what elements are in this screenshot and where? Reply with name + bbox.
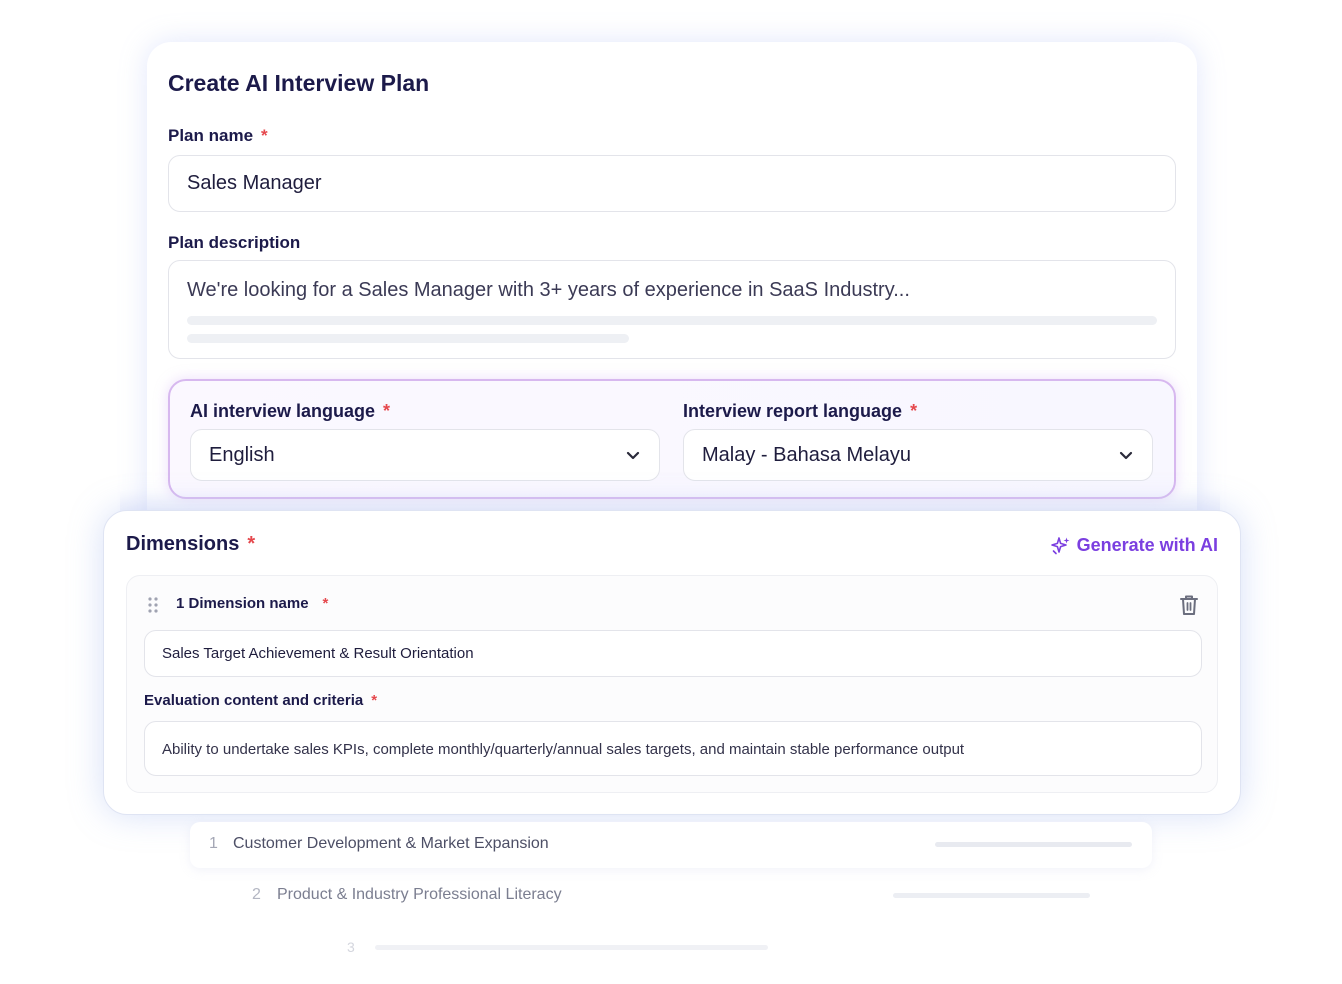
generate-label: Generate with AI <box>1076 535 1218 555</box>
trash-icon[interactable] <box>1179 594 1199 616</box>
required-mark: * <box>383 401 391 421</box>
required-mark: * <box>261 126 268 145</box>
sparkle-icon <box>1050 536 1070 554</box>
placeholder-line <box>935 842 1132 847</box>
dimension-list-row: 1 Customer Development & Market Expansio… <box>209 835 549 853</box>
report-language-select[interactable]: Malay - Bahasa Melayu <box>683 429 1153 481</box>
chevron-down-icon <box>626 451 640 460</box>
placeholder-line <box>375 945 768 950</box>
plan-name-input[interactable]: Sales Manager <box>168 155 1176 212</box>
dimension-list-label: Customer Development & Market Expansion <box>233 835 549 852</box>
dimension-number: 2 <box>252 886 261 903</box>
dimension-list-label: Product & Industry Professional Literacy <box>277 886 562 903</box>
evaluation-criteria-input[interactable]: Ability to undertake sales KPIs, complet… <box>144 721 1202 776</box>
ai-language-group: AI interview language * <box>190 401 390 422</box>
chevron-down-icon <box>1119 451 1133 460</box>
dimension-name-input[interactable]: Sales Target Achievement & Result Orient… <box>144 630 1202 677</box>
dimension-number: 3 <box>347 939 355 955</box>
placeholder-line <box>187 316 1157 325</box>
dimension-list-item[interactable]: 1 Customer Development & Market Expansio… <box>190 822 1152 868</box>
dimensions-card: Dimensions * Generate with AI 1 Dimension… <box>103 510 1241 815</box>
required-mark: * <box>247 533 256 555</box>
dimension-list-row[interactable]: 2 Product & Industry Professional Litera… <box>252 886 562 904</box>
generate-with-ai-button[interactable]: Generate with AI <box>1050 535 1218 556</box>
language-settings-panel: AI interview language * English Interview… <box>168 379 1176 499</box>
drag-handle-icon[interactable] <box>147 596 159 614</box>
plan-description-input[interactable]: We're looking for a Sales Manager with 3… <box>168 260 1176 359</box>
required-mark: * <box>322 595 329 612</box>
dimension-number: 1 <box>209 835 218 852</box>
report-language-group: Interview report language * <box>683 401 917 422</box>
required-mark: * <box>371 692 378 709</box>
report-language-value: Malay - Bahasa Melayu <box>702 444 911 466</box>
page-title: Create AI Interview Plan <box>168 70 430 96</box>
dimension-name-label: 1 Dimension name * <box>176 595 329 612</box>
ai-language-select[interactable]: English <box>190 429 660 481</box>
evaluation-criteria-label: Evaluation content and criteria * <box>144 692 378 709</box>
dimension-item: 1 Dimension name * Sales Target Achieveme… <box>126 575 1218 793</box>
ai-language-label: AI interview language * <box>190 401 391 421</box>
dimensions-title: Dimensions * <box>126 533 256 555</box>
plan-name-label: Plan name * <box>168 126 268 145</box>
placeholder-line <box>187 334 629 343</box>
dimension-list-row[interactable]: 3 <box>347 939 375 955</box>
ai-language-value: English <box>209 444 275 466</box>
plan-description-text: We're looking for a Sales Manager with 3… <box>187 279 910 301</box>
placeholder-line <box>893 893 1090 898</box>
plan-description-label: Plan description <box>168 233 301 252</box>
report-language-label: Interview report language * <box>683 401 918 421</box>
required-mark: * <box>910 401 918 421</box>
